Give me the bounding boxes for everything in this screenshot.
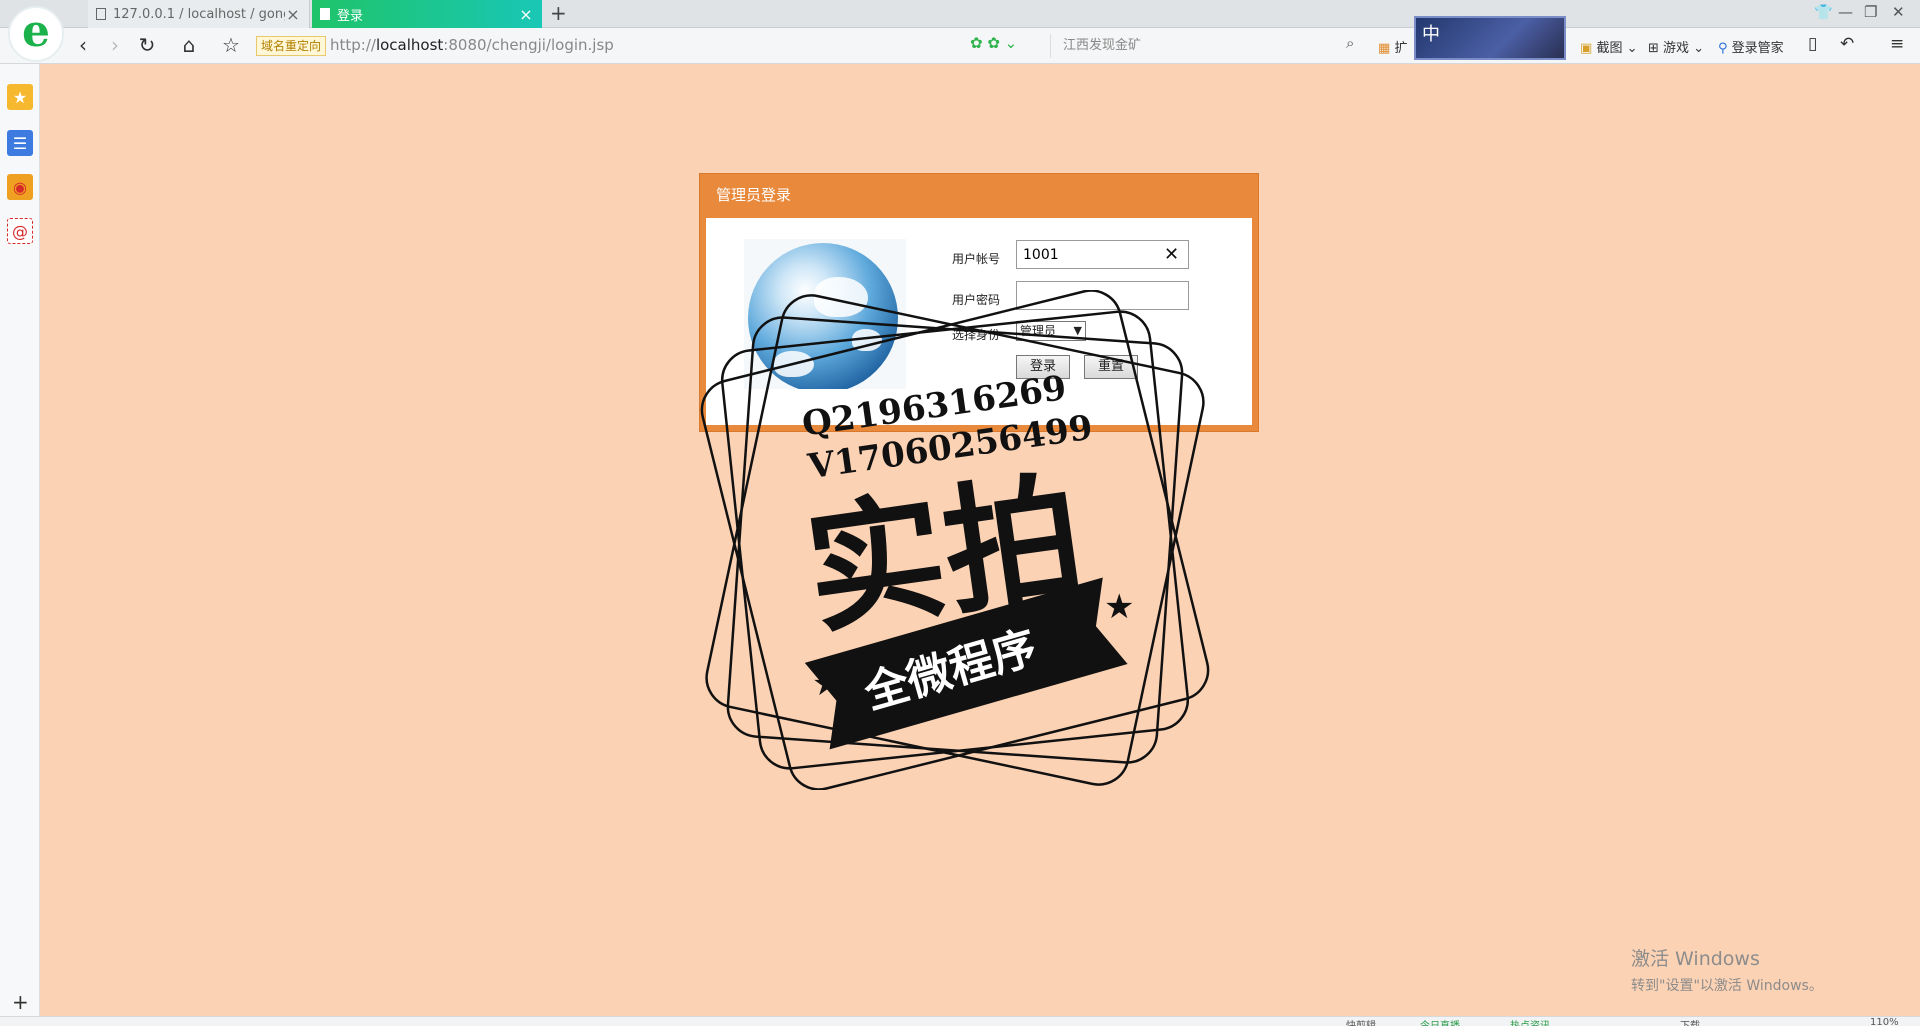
favorites-star-icon[interactable]: ★ — [7, 84, 33, 110]
forward-button[interactable]: › — [102, 33, 128, 57]
close-window-button[interactable]: ✕ — [1892, 3, 1905, 21]
password-label: 用户密码 — [952, 293, 1001, 307]
windows-activation-notice: 激活 Windows 转到"设置"以激活 Windows。 — [1631, 944, 1823, 995]
watermark-ribbon: 全微程序 — [858, 622, 1042, 720]
tab-strip: 127.0.0.1 / localhost / gongw × 登录 × + 👕… — [0, 0, 1920, 28]
sidebar-add-button[interactable]: + — [12, 990, 29, 1014]
activation-subtitle: 转到"设置"以激活 Windows。 — [1631, 978, 1823, 994]
key-icon: ⚲ — [1718, 41, 1728, 56]
status-bar: 快剪辑 今日直播 热点资讯 下载 110% — [0, 1016, 1920, 1026]
restore-button[interactable]: ❐ — [1864, 3, 1877, 21]
document-icon — [320, 8, 330, 20]
document-icon — [96, 8, 106, 20]
tab-close-icon[interactable]: × — [518, 5, 534, 24]
home-button[interactable]: ⌂ — [176, 33, 202, 57]
zoom-level[interactable]: 110% — [1870, 1017, 1899, 1026]
dialog-body: 用户帐号 ✕ 用户密码 选择身份 管理员 ▼ 登录 重置 — [706, 218, 1252, 425]
url-field[interactable]: http://localhost:8080/chengji/login.jsp — [330, 36, 614, 54]
address-toolbar: ‹ › ↻ ⌂ ☆ 域名重定向 http://localhost:8080/ch… — [0, 28, 1920, 64]
security-icon[interactable]: ✿ ✿ ⌄ — [970, 34, 1017, 52]
tab-login[interactable]: 登录 × — [312, 0, 542, 28]
tab-close-icon[interactable]: × — [285, 5, 301, 24]
back-button[interactable]: ‹ — [70, 33, 96, 57]
tab-title: 登录 — [337, 8, 364, 24]
activation-title: 激活 Windows — [1631, 948, 1760, 970]
reading-list-icon[interactable]: ☰ — [7, 130, 33, 156]
star-icon: ★ — [812, 664, 842, 704]
menu-icon[interactable]: ≡ — [1890, 34, 1904, 54]
reading-mode-icon[interactable]: ▯ — [1808, 34, 1817, 54]
search-input[interactable]: 江西发现金矿 — [1050, 34, 1360, 58]
globe-land — [814, 277, 868, 317]
role-select[interactable]: 管理员 ▼ — [1016, 321, 1086, 341]
undo-icon[interactable]: ↶ — [1840, 34, 1854, 54]
globe-land — [852, 329, 882, 351]
skin-icon[interactable]: 👕 — [1814, 3, 1833, 21]
reload-button[interactable]: ↻ — [134, 33, 160, 57]
login-dialog: 管理员登录 用户帐号 ✕ 用户密码 选择身份 管理员 ▼ 登录 重置 — [699, 173, 1259, 432]
star-icon: ★ — [1104, 587, 1134, 627]
screenshot-button[interactable]: ▣ 截图 ⌄ — [1580, 37, 1637, 56]
globe-image — [744, 239, 906, 389]
browser-logo-icon: e — [22, 6, 50, 57]
globe-land — [774, 351, 814, 377]
email-icon[interactable]: @ — [7, 218, 33, 244]
globe-icon — [748, 243, 898, 389]
username-label: 用户帐号 — [952, 252, 1001, 266]
extensions-button[interactable]: ▦ 扩 — [1378, 37, 1407, 56]
ad-banner[interactable]: 中 — [1414, 16, 1566, 60]
minimize-button[interactable]: — — [1838, 3, 1853, 21]
favorite-button[interactable]: ☆ — [218, 33, 244, 57]
status-item[interactable]: 热点资讯 — [1510, 1017, 1550, 1026]
weibo-icon[interactable]: ◉ — [7, 174, 33, 200]
search-icon[interactable]: ⌕ — [1346, 34, 1354, 52]
password-input[interactable] — [1016, 281, 1189, 310]
login-manager-button[interactable]: ⚲ 登录管家 — [1718, 37, 1784, 56]
login-button[interactable]: 登录 — [1016, 355, 1070, 379]
redirect-badge[interactable]: 域名重定向 — [256, 36, 327, 56]
chevron-down-icon: ▼ — [1073, 324, 1082, 337]
role-label: 选择身份 — [952, 328, 1001, 342]
clear-input-icon[interactable]: ✕ — [1164, 244, 1179, 265]
tab-phpmyadmin[interactable]: 127.0.0.1 / localhost / gongw × — [88, 0, 310, 28]
status-item[interactable]: 快剪辑 — [1346, 1017, 1376, 1026]
games-button[interactable]: ⊞ 游戏 ⌄ — [1648, 37, 1704, 56]
reset-button[interactable]: 重置 — [1084, 355, 1138, 379]
role-selected-value: 管理员 — [1020, 324, 1057, 338]
browser-logo[interactable]: e — [8, 6, 64, 62]
dialog-title: 管理员登录 — [716, 186, 792, 204]
watermark-main: 实拍 — [797, 456, 1093, 654]
games-icon: ⊞ — [1648, 41, 1659, 56]
tab-title: 127.0.0.1 / localhost / gongw — [113, 6, 285, 22]
extensions-icon: ▦ — [1378, 41, 1391, 56]
screenshot-icon: ▣ — [1580, 41, 1593, 56]
new-tab-button[interactable]: + — [550, 1, 567, 25]
sidebar: ★ ☰ ◉ @ + — [0, 64, 40, 1016]
status-item[interactable]: 今日直播 — [1420, 1017, 1460, 1026]
status-item[interactable]: 下载 — [1680, 1017, 1700, 1026]
